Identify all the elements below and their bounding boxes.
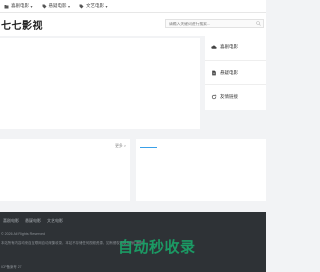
nav-item-label: 悬疑电影 xyxy=(48,3,67,8)
refresh-icon xyxy=(211,94,217,100)
footer-link[interactable]: 悬疑电影 xyxy=(25,218,41,224)
sidebar-item-suspense[interactable]: 悬疑电影 xyxy=(205,60,266,85)
content-card-right xyxy=(136,139,266,201)
chevron-down-icon: ▾ xyxy=(68,3,71,9)
tag-icon xyxy=(79,4,84,8)
sidebar-item-label: 悬疑电影 xyxy=(220,70,238,75)
nav-item-comedy[interactable]: 喜剧电影 ▾ xyxy=(4,3,33,9)
nav-item-label: 文艺电影 xyxy=(86,3,105,8)
nav-item-label: 喜剧电影 xyxy=(11,3,29,8)
sidebar-item-links[interactable]: 友情链接 xyxy=(205,84,266,110)
search-icon[interactable] xyxy=(256,21,261,26)
footer-copyright: © 2026 All Rights Reserved xyxy=(1,232,45,236)
tag-icon xyxy=(42,4,47,8)
chevron-down-icon: ▾ xyxy=(30,3,33,9)
more-link[interactable]: 更多 > xyxy=(115,144,126,149)
footer-link[interactable]: 喜剧电影 xyxy=(3,218,19,224)
tab-underline xyxy=(140,147,157,148)
chevron-down-icon: ▾ xyxy=(105,3,108,9)
cloud-icon xyxy=(211,45,217,49)
footer-link[interactable]: 文艺电影 xyxy=(47,218,63,224)
main-panel-top xyxy=(0,38,200,46)
site-header: 七七影视 xyxy=(0,13,266,36)
sidebar-item-comedy[interactable]: 喜剧电影 xyxy=(205,35,266,61)
search-box xyxy=(165,19,264,28)
footer-links: 喜剧电影 悬疑电影 文艺电影 xyxy=(3,218,69,224)
top-nav: 喜剧电影 ▾ 悬疑电影 ▾ 文艺电影 ▾ xyxy=(0,0,266,13)
folder-icon xyxy=(4,4,9,8)
content-card-left: 更多 > xyxy=(0,139,130,201)
sidebar-item-label: 友情链接 xyxy=(220,94,238,99)
watermark: 自动秒收录 xyxy=(118,239,196,256)
main-panel xyxy=(0,46,200,129)
nav-item-art[interactable]: 文艺电影 ▾ xyxy=(79,3,108,9)
site-title[interactable]: 七七影视 xyxy=(1,17,43,32)
sidebar-item-label: 喜剧电影 xyxy=(220,44,238,49)
nav-item-suspense[interactable]: 悬疑电影 ▾ xyxy=(42,3,71,9)
search-input[interactable] xyxy=(166,20,252,27)
document-icon xyxy=(212,70,216,76)
footer-icp: ICP备案号 27 xyxy=(1,265,22,269)
